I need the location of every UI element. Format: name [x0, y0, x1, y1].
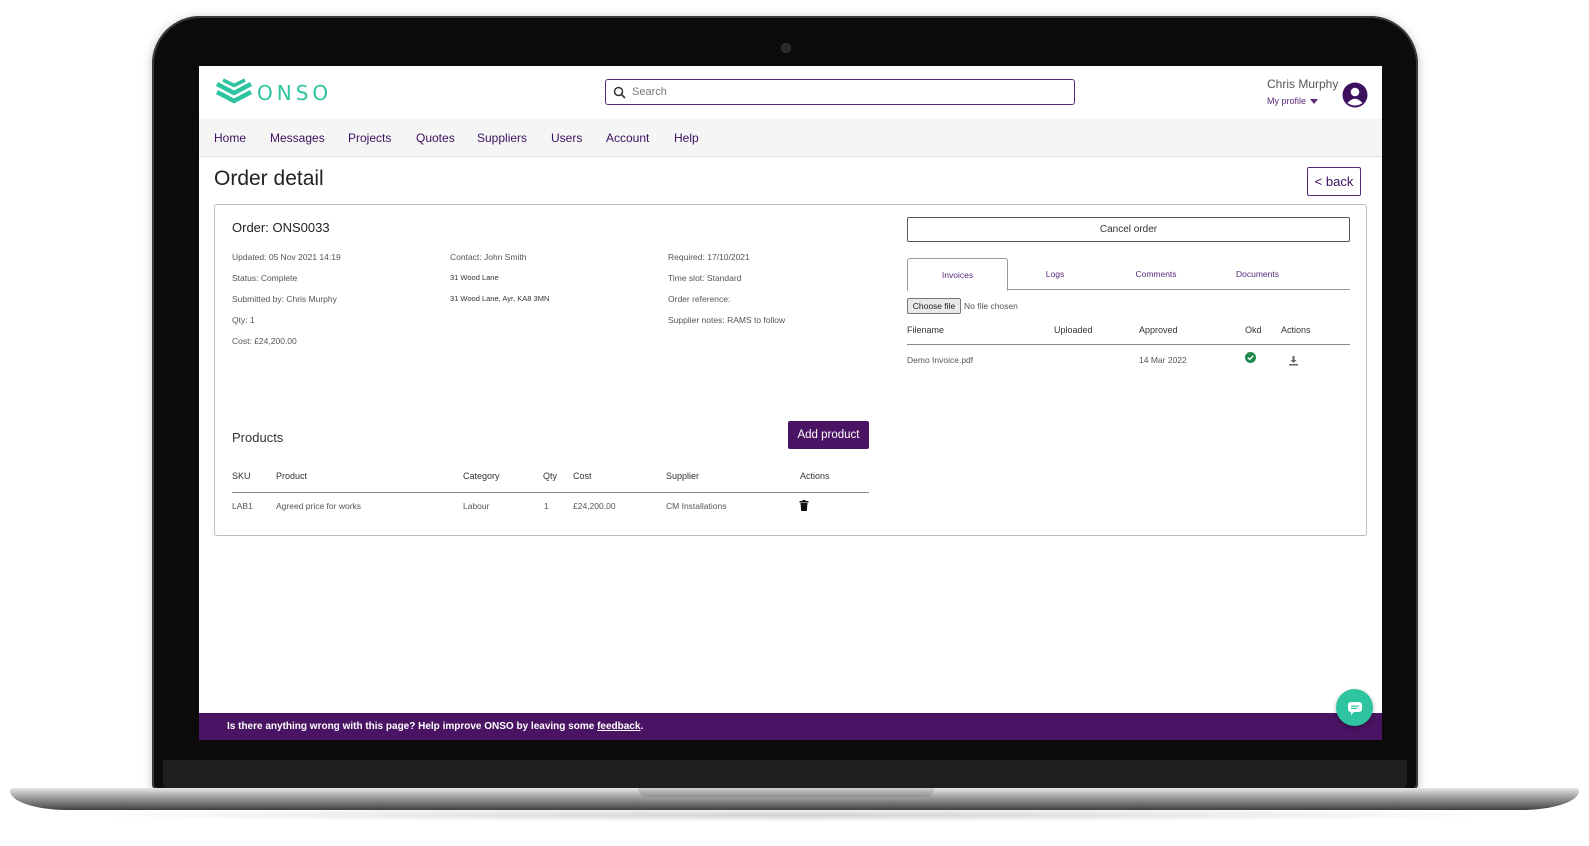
check-circle-icon — [1245, 352, 1256, 363]
search-box[interactable] — [605, 79, 1075, 105]
products-header-supplier: Supplier — [666, 471, 700, 481]
order-required: Required: 17/10/2021 — [668, 252, 750, 262]
product-supplier: CM Installations — [666, 501, 727, 511]
invoices-header-uploaded: Uploaded — [1054, 325, 1093, 335]
order-contact: Contact: John Smith — [450, 252, 527, 262]
chat-icon — [1347, 701, 1362, 715]
order-time-slot: Time slot: Standard — [668, 273, 742, 283]
order-cost: Cost: £24,200.00 — [232, 336, 297, 346]
nav-help[interactable]: Help — [674, 131, 699, 145]
feedback-link[interactable]: feedback — [597, 721, 640, 732]
invoices-header-okd: Okd — [1245, 325, 1262, 335]
laptop-shadow — [60, 808, 1529, 822]
choose-file-button[interactable]: Choose file — [907, 298, 961, 314]
feedback-text: Is there anything wrong with this page? … — [227, 721, 595, 732]
cancel-order-button[interactable]: Cancel order — [907, 217, 1350, 242]
trash-icon[interactable] — [799, 500, 809, 511]
laptop-bottom-bezel — [163, 760, 1407, 788]
laptop-base-notch — [638, 788, 934, 797]
invoices-header-approved: Approved — [1139, 325, 1178, 335]
add-product-button[interactable]: Add product — [788, 421, 869, 449]
products-title: Products — [232, 430, 284, 445]
logo-text: ONSO — [257, 81, 333, 105]
order-info-col-1: Updated: 05 Nov 2021 14:19 Status: Compl… — [232, 252, 341, 357]
order-submitted-by: Submitted by: Chris Murphy — [232, 294, 337, 304]
order-address-line: 31 Wood Lane — [450, 273, 499, 282]
user-name: Chris Murphy — [1267, 77, 1339, 91]
order-info-col-3: Required: 17/10/2021 Time slot: Standard… — [668, 252, 785, 336]
products-header-actions: Actions — [800, 471, 830, 481]
avatar-icon[interactable] — [1342, 82, 1368, 108]
page-title: Order detail — [214, 167, 324, 190]
my-profile-label: My profile — [1267, 96, 1307, 106]
invoices-header-divider — [907, 344, 1350, 345]
invoice-approved: 14 Mar 2022 — [1139, 355, 1187, 365]
search-input[interactable] — [632, 86, 1052, 98]
product-cost: £24,200.00 — [573, 501, 616, 511]
order-tabs: Invoices Logs Comments Documents — [907, 258, 1350, 291]
products-header-qty: Qty — [543, 471, 558, 481]
order-address-full: 31 Wood Lane, Ayr, KA8 3MN — [450, 294, 550, 303]
order-card: Order: ONS0033 Updated: 05 Nov 2021 14:1… — [214, 204, 1367, 536]
invoices-header-filename: Filename — [907, 325, 945, 335]
order-reference: Order reference: — [668, 294, 731, 304]
feedback-bar: Is there anything wrong with this page? … — [199, 713, 1382, 740]
onso-logo[interactable]: ONSO — [213, 73, 353, 113]
products-header-cost: Cost — [573, 471, 592, 481]
order-updated: Updated: 05 Nov 2021 14:19 — [232, 252, 341, 262]
order-title: Order: ONS0033 — [232, 220, 330, 235]
nav-messages[interactable]: Messages — [270, 131, 325, 145]
nav-users[interactable]: Users — [551, 131, 582, 145]
order-info-col-2: Contact: John Smith 31 Wood Lane 31 Wood… — [450, 252, 549, 315]
tab-invoices[interactable]: Invoices — [907, 258, 1008, 291]
product-qty: 1 — [544, 501, 549, 511]
camera-dot — [782, 44, 790, 52]
main-nav: Home Messages Projects Quotes Suppliers … — [199, 119, 1382, 157]
products-header-category: Category — [463, 471, 500, 481]
nav-suppliers[interactable]: Suppliers — [477, 131, 527, 145]
products-header-divider — [232, 492, 869, 493]
products-header-product: Product — [276, 471, 308, 481]
search-icon — [606, 80, 632, 104]
products-header-sku: SKU — [232, 471, 251, 481]
product-name: Agreed price for works — [276, 501, 362, 511]
order-supplier-notes: Supplier notes: RAMS to follow — [668, 315, 786, 325]
invoices-header-actions: Actions — [1281, 325, 1311, 335]
my-profile-dropdown[interactable]: My profile — [1267, 96, 1319, 106]
onso-logo-icon — [215, 78, 253, 104]
order-qty: Qty: 1 — [232, 315, 255, 325]
tab-comments[interactable]: Comments — [1107, 258, 1205, 290]
tab-documents[interactable]: Documents — [1207, 258, 1308, 290]
chevron-down-icon — [1310, 98, 1319, 104]
tab-logs[interactable]: Logs — [1008, 258, 1102, 290]
nav-quotes[interactable]: Quotes — [416, 131, 455, 145]
nav-projects[interactable]: Projects — [348, 131, 391, 145]
download-icon[interactable] — [1288, 355, 1299, 366]
product-category: Labour — [463, 501, 490, 511]
product-sku: LAB1 — [232, 501, 253, 511]
chat-button[interactable] — [1336, 689, 1373, 726]
back-button[interactable]: < back — [1307, 167, 1361, 196]
nav-home[interactable]: Home — [214, 131, 246, 145]
top-header: ONSO Chris Murphy My profile — [199, 66, 1382, 119]
feedback-end: . — [640, 721, 644, 732]
invoice-filename[interactable]: Demo Invoice.pdf — [907, 355, 973, 365]
nav-account[interactable]: Account — [606, 131, 649, 145]
app-screen: ONSO Chris Murphy My profile Home Messag… — [199, 66, 1382, 740]
order-status: Status: Complete — [232, 273, 298, 283]
no-file-chosen-text: No file chosen — [964, 301, 1018, 311]
